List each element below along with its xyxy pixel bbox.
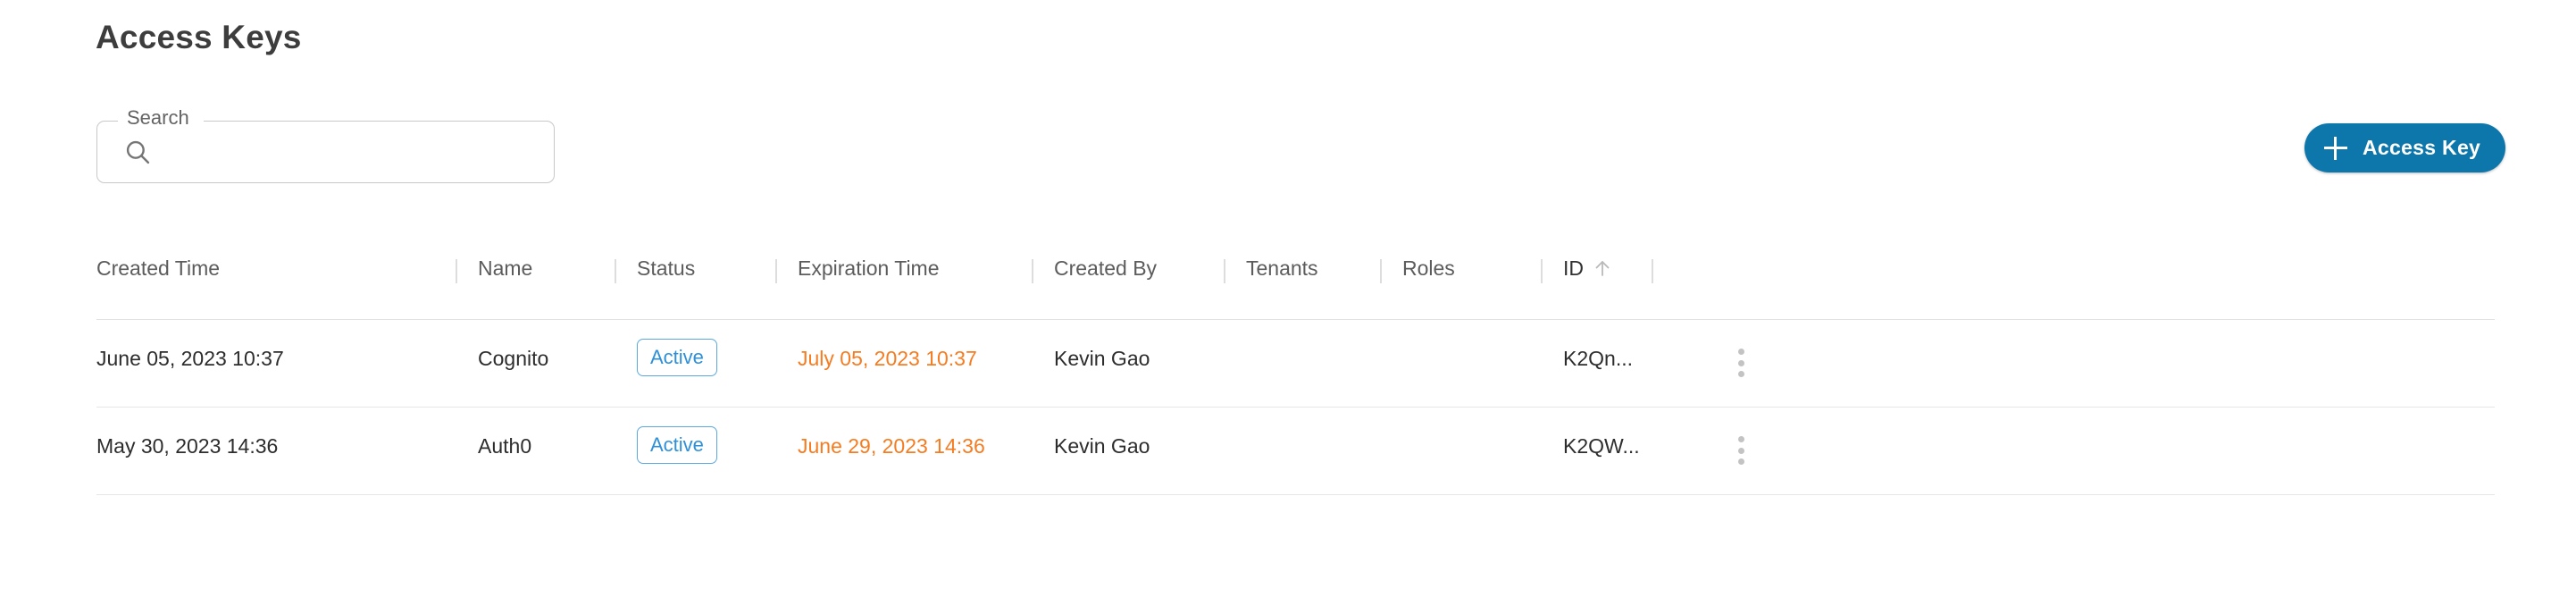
- cell-name: Cognito: [478, 347, 549, 370]
- column-header-name[interactable]: Name: [478, 256, 532, 281]
- cell-name: Auth0: [478, 434, 532, 458]
- column-header-label: Status: [637, 256, 696, 280]
- column-resize-divider[interactable]: [615, 259, 616, 283]
- page-title: Access Keys: [96, 19, 302, 55]
- kebab-menu-icon[interactable]: [1724, 342, 1758, 383]
- cell-expiration_time: July 05, 2023 10:37: [798, 347, 977, 370]
- column-header-status[interactable]: Status: [637, 256, 695, 281]
- search-icon: [122, 137, 153, 167]
- cell-created_by: Kevin Gao: [1054, 347, 1150, 370]
- column-header-tenants[interactable]: Tenants: [1246, 256, 1318, 281]
- column-header-label: ID: [1563, 256, 1584, 280]
- column-header-label: Roles: [1402, 256, 1455, 280]
- column-header-label: Name: [478, 256, 533, 280]
- access-keys-page: Access Keys Search Access Key Created Ti…: [0, 0, 2576, 597]
- column-resize-divider[interactable]: [1652, 259, 1653, 283]
- cell-created_by: Kevin Gao: [1054, 434, 1150, 458]
- cell-expiration_time: June 29, 2023 14:36: [798, 434, 985, 458]
- column-header-label: Created Time: [96, 256, 221, 280]
- search-field[interactable]: Search: [96, 106, 555, 183]
- search-label: Search: [123, 106, 193, 130]
- add-access-key-label: Access Key: [2363, 136, 2481, 159]
- search-input[interactable]: [161, 131, 536, 172]
- column-resize-divider[interactable]: [1032, 259, 1033, 283]
- column-header-id[interactable]: ID: [1563, 256, 1613, 281]
- status-badge: Active: [637, 426, 717, 464]
- sort-arrow-up-icon[interactable]: [1592, 257, 1613, 279]
- column-resize-divider[interactable]: [775, 259, 777, 283]
- column-header-created_time[interactable]: Created Time: [96, 256, 220, 281]
- column-header-roles[interactable]: Roles: [1402, 256, 1455, 281]
- column-resize-divider[interactable]: [1541, 259, 1543, 283]
- column-resize-divider[interactable]: [1224, 259, 1225, 283]
- access-keys-table: Created Time Name Status Expiration Time Cre…: [96, 218, 2495, 495]
- cell-id: K2Qn...: [1563, 347, 1633, 370]
- column-resize-divider[interactable]: [1380, 259, 1382, 283]
- cell-id: K2QW...: [1563, 434, 1640, 458]
- plus-icon: [2324, 136, 2347, 160]
- status-badge: Active: [637, 339, 717, 376]
- table-row[interactable]: May 30, 2023 14:36 Auth0 Active June 29, 20…: [96, 408, 2495, 495]
- column-header-created_by[interactable]: Created By: [1054, 256, 1157, 281]
- table-header-row: Created Time Name Status Expiration Time Cre…: [96, 218, 2495, 320]
- kebab-menu-icon[interactable]: [1724, 430, 1758, 471]
- cell-created_time: June 05, 2023 10:37: [96, 347, 284, 370]
- column-header-label: Tenants: [1246, 256, 1318, 280]
- column-header-expiration_time[interactable]: Expiration Time: [798, 256, 940, 281]
- cell-created_time: May 30, 2023 14:36: [96, 434, 279, 458]
- column-header-label: Expiration Time: [798, 256, 940, 280]
- add-access-key-button[interactable]: Access Key: [2304, 123, 2506, 172]
- column-resize-divider[interactable]: [456, 259, 457, 283]
- column-header-label: Created By: [1054, 256, 1158, 280]
- table-body: June 05, 2023 10:37 Cognito Active July 05,…: [96, 320, 2495, 495]
- table-row[interactable]: June 05, 2023 10:37 Cognito Active July 05,…: [96, 320, 2495, 408]
